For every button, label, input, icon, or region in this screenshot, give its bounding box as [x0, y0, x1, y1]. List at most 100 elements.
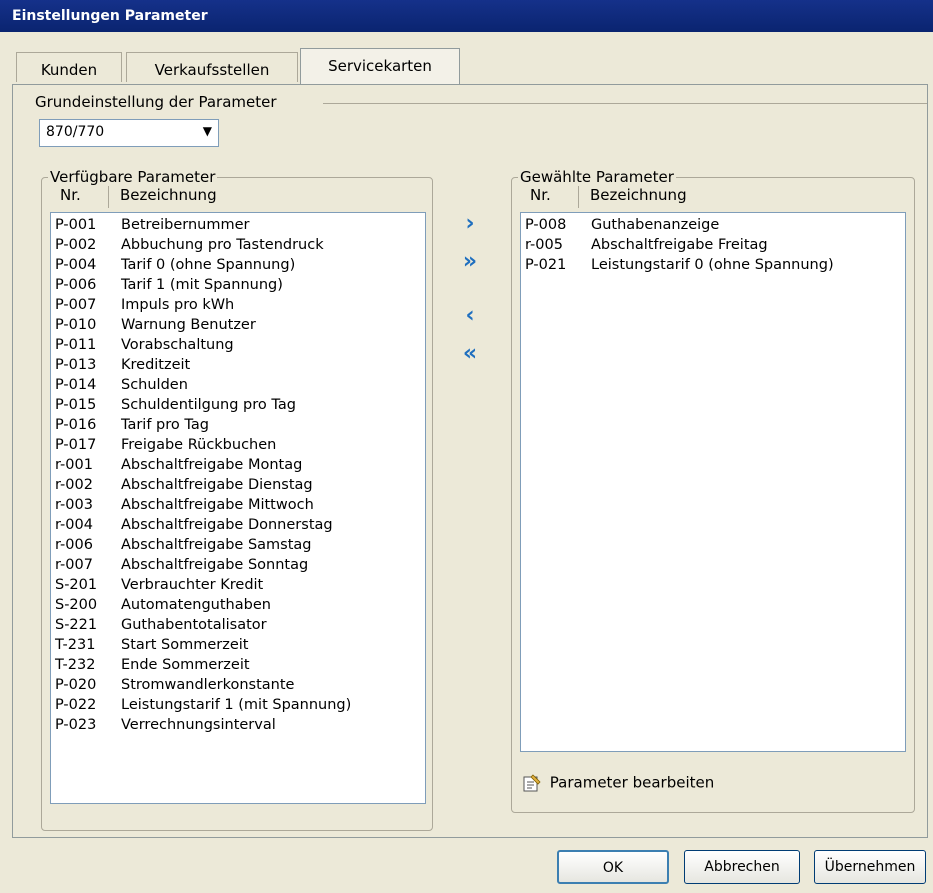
- selected-params-title: Gewählte Parameter: [518, 168, 676, 186]
- list-item[interactable]: P-016 Tarif pro Tag: [55, 417, 209, 437]
- list-item[interactable]: r-007 Abschaltfreigabe Sonntag: [55, 557, 308, 577]
- tab-label: Kunden: [40, 61, 98, 79]
- item-name: Warnung Benutzer: [121, 317, 256, 333]
- item-name: Tarif 0 (ohne Spannung): [121, 257, 296, 273]
- remove-all-button[interactable]: «: [457, 341, 483, 366]
- item-nr: P-022: [55, 697, 97, 713]
- select-value: 870/770: [46, 124, 105, 140]
- item-name: Tarif pro Tag: [121, 417, 209, 433]
- item-nr: S-201: [55, 577, 98, 593]
- list-item[interactable]: r-005 Abschaltfreigabe Freitag: [525, 237, 768, 257]
- title-bar: Einstellungen Parameter: [0, 0, 933, 32]
- item-name: Kreditzeit: [121, 357, 191, 373]
- col-header-nr[interactable]: Nr.: [60, 186, 81, 204]
- item-name: Tarif 1 (mit Spannung): [121, 277, 283, 293]
- item-nr: P-010: [55, 317, 97, 333]
- selected-params-group: Gewählte Parameter Nr. Bezeichnung P-008…: [511, 168, 915, 813]
- item-name: Freigabe Rückbuchen: [121, 437, 277, 453]
- item-name: Abschaltfreigabe Mittwoch: [121, 497, 314, 513]
- item-name: Betreibernummer: [121, 217, 250, 233]
- item-nr: S-221: [55, 617, 98, 633]
- list-item[interactable]: P-002 Abbuchung pro Tastendruck: [55, 237, 324, 257]
- chevron-down-icon: ▼: [202, 124, 212, 138]
- item-nr: P-013: [55, 357, 97, 373]
- item-nr: r-007: [55, 557, 93, 573]
- item-name: Leistungstarif 1 (mit Spannung): [121, 697, 352, 713]
- item-name: Stromwandlerkonstante: [121, 677, 295, 693]
- list-item[interactable]: P-008 Guthabenanzeige: [525, 217, 719, 237]
- cancel-label: Abbrechen: [704, 859, 780, 875]
- list-item[interactable]: S-200 Automatenguthaben: [55, 597, 271, 617]
- available-params-list[interactable]: P-001 Betreibernummer P-002 Abbuchung pro …: [50, 212, 426, 804]
- col-header-bezeichnung[interactable]: Bezeichnung: [590, 186, 687, 204]
- list-item[interactable]: S-201 Verbrauchter Kredit: [55, 577, 263, 597]
- list-item[interactable]: P-022 Leistungstarif 1 (mit Spannung): [55, 697, 351, 717]
- list-item[interactable]: P-021 Leistungstarif 0 (ohne Spannung): [525, 257, 834, 277]
- ok-button[interactable]: OK: [557, 850, 669, 884]
- item-nr: P-015: [55, 397, 97, 413]
- list-item[interactable]: P-001 Betreibernummer: [55, 217, 250, 237]
- item-name: Guthabentotalisator: [121, 617, 267, 633]
- item-nr: r-002: [55, 477, 93, 493]
- list-item[interactable]: P-004 Tarif 0 (ohne Spannung): [55, 257, 295, 277]
- list-item[interactable]: P-015 Schuldentilgung pro Tag: [55, 397, 296, 417]
- item-nr: r-003: [55, 497, 93, 513]
- item-nr: P-017: [55, 437, 97, 453]
- item-name: Abschaltfreigabe Samstag: [121, 537, 312, 553]
- column-separator[interactable]: [108, 186, 109, 208]
- list-item[interactable]: S-221 Guthabentotalisator: [55, 617, 267, 637]
- selected-params-list[interactable]: P-008 Guthabenanzeige r-005 Abschaltfreiga…: [520, 212, 906, 752]
- list-item[interactable]: P-010 Warnung Benutzer: [55, 317, 256, 337]
- list-item[interactable]: P-013 Kreditzeit: [55, 357, 190, 377]
- list-item[interactable]: T-231 Start Sommerzeit: [55, 637, 248, 657]
- item-name: Abschaltfreigabe Freitag: [591, 237, 768, 253]
- item-nr: P-014: [55, 377, 97, 393]
- tab-verkaufsstellen[interactable]: Verkaufsstellen: [126, 52, 298, 82]
- apply-button[interactable]: Übernehmen: [814, 850, 926, 884]
- tab-kunden[interactable]: Kunden: [16, 52, 122, 82]
- grundeinstellung-label: Grundeinstellung der Parameter: [35, 93, 283, 111]
- section-divider: [323, 103, 927, 104]
- list-item[interactable]: P-020 Stromwandlerkonstante: [55, 677, 294, 697]
- item-nr: T-232: [55, 657, 96, 673]
- item-nr: P-002: [55, 237, 97, 253]
- list-item[interactable]: r-006 Abschaltfreigabe Samstag: [55, 537, 312, 557]
- list-item[interactable]: P-014 Schulden: [55, 377, 188, 397]
- item-nr: P-021: [525, 257, 567, 273]
- item-nr: T-231: [55, 637, 96, 653]
- item-nr: P-016: [55, 417, 97, 433]
- item-nr: P-007: [55, 297, 97, 313]
- column-separator[interactable]: [578, 186, 579, 208]
- add-all-button[interactable]: »: [457, 249, 483, 274]
- item-name: Abschaltfreigabe Sonntag: [121, 557, 309, 573]
- item-name: Schulden: [121, 377, 188, 393]
- list-item[interactable]: P-006 Tarif 1 (mit Spannung): [55, 277, 283, 297]
- item-name: Verbrauchter Kredit: [121, 577, 264, 593]
- item-name: Automatenguthaben: [121, 597, 271, 613]
- item-name: Start Sommerzeit: [121, 637, 249, 653]
- edit-parameter-button[interactable]: Parameter bearbeiten: [521, 773, 714, 793]
- list-item[interactable]: r-004 Abschaltfreigabe Donnerstag: [55, 517, 333, 537]
- col-header-bezeichnung[interactable]: Bezeichnung: [120, 186, 217, 204]
- list-item[interactable]: r-002 Abschaltfreigabe Dienstag: [55, 477, 313, 497]
- item-name: Verrechnungsinterval: [121, 717, 276, 733]
- remove-selected-button[interactable]: ‹: [457, 303, 483, 328]
- ok-label: OK: [602, 860, 624, 876]
- col-header-nr[interactable]: Nr.: [530, 186, 551, 204]
- item-nr: P-011: [55, 337, 97, 353]
- add-selected-button[interactable]: ›: [457, 211, 483, 236]
- window-title: Einstellungen Parameter: [12, 8, 208, 24]
- list-item[interactable]: P-017 Freigabe Rückbuchen: [55, 437, 276, 457]
- list-item[interactable]: r-003 Abschaltfreigabe Mittwoch: [55, 497, 314, 517]
- list-item[interactable]: P-007 Impuls pro kWh: [55, 297, 234, 317]
- list-item[interactable]: T-232 Ende Sommerzeit: [55, 657, 250, 677]
- tab-servicekarten[interactable]: Servicekarten: [300, 48, 460, 84]
- item-nr: P-004: [55, 257, 97, 273]
- item-nr: r-001: [55, 457, 93, 473]
- list-item[interactable]: P-023 Verrechnungsinterval: [55, 717, 276, 737]
- item-nr: P-008: [525, 217, 567, 233]
- list-item[interactable]: r-001 Abschaltfreigabe Montag: [55, 457, 302, 477]
- cancel-button[interactable]: Abbrechen: [684, 850, 800, 884]
- list-item[interactable]: P-011 Vorabschaltung: [55, 337, 234, 357]
- grundeinstellung-select[interactable]: 870/770 ▼: [39, 119, 219, 147]
